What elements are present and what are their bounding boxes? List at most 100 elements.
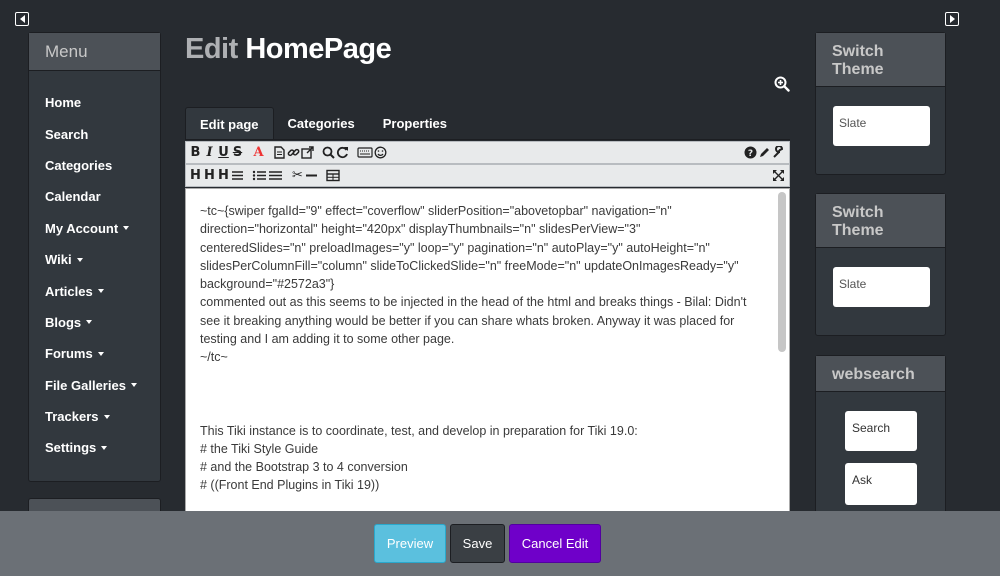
menu-item-blogs[interactable]: Blogs (29, 307, 160, 338)
editor-line: direction="horizontal" height="420px" di… (200, 222, 641, 237)
caret-down-icon (123, 226, 130, 231)
editor-line: background="#2572a3"} (200, 277, 335, 292)
link-icon[interactable] (287, 144, 300, 162)
heading-line-icon[interactable] (231, 167, 244, 185)
wrench-icon[interactable] (772, 144, 785, 162)
menu-item-articles[interactable]: Articles (29, 275, 160, 306)
menu-item-label: Trackers (45, 409, 99, 425)
editor-toolbar-row-2: H H H ✂ (185, 164, 790, 187)
theme-select[interactable]: Slate (833, 267, 930, 307)
menu-item-label: Search (45, 126, 89, 142)
refresh-icon[interactable] (336, 144, 349, 162)
menu-item-wiki[interactable]: Wiki (29, 244, 160, 275)
help-icon[interactable]: ? (744, 144, 757, 162)
menu-panel: Menu Home Search Categories Calendar My … (28, 32, 161, 482)
tab-properties[interactable]: Properties (369, 107, 461, 140)
editor-line: testing and I am adding it to some other… (200, 332, 455, 347)
list-icon[interactable] (252, 167, 267, 185)
page-icon[interactable] (273, 144, 286, 162)
menu-item-label: Blogs (45, 314, 82, 330)
page-title-name: HomePage (245, 33, 392, 65)
find-icon[interactable] (322, 144, 335, 162)
menu-item-label: Settings (45, 440, 97, 456)
numbered-list-icon[interactable] (268, 167, 283, 185)
page-title: Edit HomePage (185, 33, 392, 66)
preview-button[interactable]: Preview (374, 524, 446, 563)
svg-text:?: ? (748, 149, 753, 159)
caret-down-icon (130, 383, 137, 388)
switch-theme-panel-1: Switch Theme Slate (815, 32, 946, 175)
caret-down-icon (97, 351, 104, 356)
menu-item-calendar[interactable]: Calendar (29, 181, 160, 212)
text-color-icon[interactable]: A (252, 144, 265, 162)
bold-icon[interactable]: B (189, 144, 202, 162)
tab-categories[interactable]: Categories (274, 107, 369, 140)
caret-down-icon (86, 320, 93, 325)
table-icon[interactable] (326, 167, 340, 185)
external-link-icon[interactable] (301, 144, 314, 162)
websearch-title: websearch (816, 356, 945, 392)
editor-line: ~tc~{swiper fgalId="9" effect="coverflow… (200, 204, 672, 218)
editor-scrollbar[interactable] (778, 192, 786, 352)
strikethrough-icon[interactable]: S (231, 144, 244, 162)
editor-line: see it breaking anything would be better… (200, 313, 735, 328)
editor-line: This Tiki instance is to coordinate, tes… (200, 423, 638, 438)
save-button[interactable]: Save (450, 524, 505, 563)
editor-line: # the Tiki Style Guide (200, 441, 319, 456)
editor-line: # and the Bootstrap 3 to 4 conversion (200, 460, 408, 475)
websearch-panel: websearch Search Ask (815, 355, 946, 515)
menu-item-forums[interactable]: Forums (29, 338, 160, 369)
editor-line: # ((Front End Plugins in Tiki 19)) (200, 478, 380, 493)
heading-2-icon[interactable]: H (203, 167, 216, 185)
menu-item-label: Articles (45, 283, 93, 299)
menu-item-label: Categories (45, 157, 113, 173)
italic-icon[interactable]: I (203, 144, 216, 162)
menu-item-file-galleries[interactable]: File Galleries (29, 370, 160, 401)
menu-item-search[interactable]: Search (29, 118, 160, 149)
cancel-edit-button[interactable]: Cancel Edit (509, 524, 601, 563)
menu-item-label: Calendar (45, 189, 101, 205)
underline-icon[interactable]: U (217, 144, 230, 162)
pencil-icon[interactable] (758, 144, 771, 162)
menu-item-label: Home (45, 95, 82, 111)
caret-down-icon (101, 445, 108, 450)
editor-line: ~/tc~ (200, 350, 228, 365)
edit-tabs: Edit page Categories Properties (185, 107, 461, 140)
zoom-in-icon[interactable] (774, 76, 790, 92)
keyboard-icon[interactable] (357, 144, 373, 162)
switch-theme-title: Switch Theme (816, 33, 945, 87)
caret-down-icon (97, 289, 104, 294)
menu-item-settings[interactable]: Settings (29, 432, 160, 463)
editor-line: slidesPerColumnFill="column" slideToClic… (200, 258, 739, 273)
menu-item-label: File Galleries (45, 377, 126, 393)
horizontal-rule-icon[interactable] (305, 167, 318, 185)
tab-edit-page[interactable]: Edit page (185, 107, 274, 140)
menu-item-label: My Account (45, 220, 119, 236)
websearch-search-button[interactable]: Search (845, 411, 917, 451)
menu-item-home[interactable]: Home (29, 87, 160, 118)
fullscreen-icon[interactable] (772, 167, 785, 185)
page-title-prefix: Edit (185, 33, 238, 65)
collapse-left-column-icon[interactable] (15, 12, 29, 26)
cut-icon[interactable]: ✂ (291, 167, 304, 185)
editor-line: commented out as this seems to be inject… (200, 295, 747, 310)
caret-down-icon (76, 257, 83, 262)
caret-down-icon (103, 414, 110, 419)
switch-theme-panel-2: Switch Theme Slate (815, 193, 946, 336)
theme-select[interactable]: Slate (833, 106, 930, 146)
heading-3-icon[interactable]: H (217, 167, 230, 185)
collapse-right-column-icon[interactable] (945, 12, 959, 26)
wiki-editor-textarea[interactable]: ~tc~{swiper fgalId="9" effect="coverflow… (185, 188, 790, 518)
heading-1-icon[interactable]: H (189, 167, 202, 185)
menu-item-my-account[interactable]: My Account (29, 213, 160, 244)
menu-list: Home Search Categories Calendar My Accou… (29, 71, 160, 464)
menu-title: Menu (29, 33, 160, 71)
switch-theme-title: Switch Theme (816, 194, 945, 248)
menu-item-trackers[interactable]: Trackers (29, 401, 160, 432)
smiley-icon[interactable] (374, 144, 387, 162)
menu-item-categories[interactable]: Categories (29, 150, 160, 181)
websearch-ask-button[interactable]: Ask (845, 463, 917, 505)
